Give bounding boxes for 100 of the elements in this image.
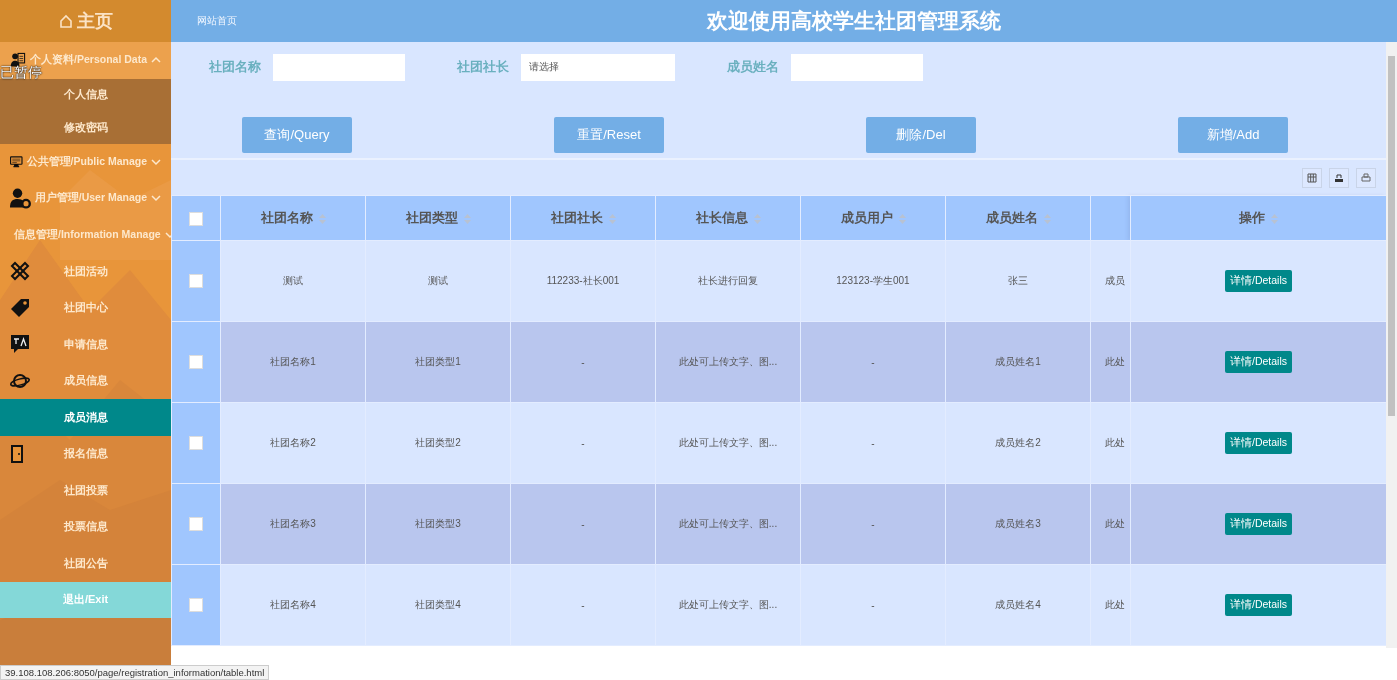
table-cell: 112233-社长001 <box>546 275 620 286</box>
sort-icon[interactable] <box>753 213 761 224</box>
table-cell: - <box>871 437 875 449</box>
table-cell: 测试 <box>428 275 448 286</box>
sort-icon[interactable] <box>318 213 326 224</box>
print-button[interactable] <box>1356 167 1376 188</box>
menu-item[interactable]: 社团公告 <box>0 545 171 582</box>
table-cell: 123123-学生001 <box>836 275 910 286</box>
table-cell: 社团类型1 <box>415 356 461 367</box>
action-button[interactable]: 新增/Add <box>1178 117 1288 153</box>
table-cell: 此处可上传文字、图... <box>678 599 778 610</box>
table-cell: 成员姓名1 <box>995 356 1041 367</box>
menu-item[interactable]: 信息管理/Information Manage <box>14 227 161 242</box>
table-cell: 此处可上传文字、图... <box>678 437 778 448</box>
export-button[interactable] <box>1329 167 1349 188</box>
menu-item[interactable]: 投票信息 <box>0 508 171 545</box>
scrollbar[interactable] <box>1386 42 1397 648</box>
sort-icon[interactable] <box>608 213 616 224</box>
table-cell: - <box>871 599 875 611</box>
table-cell: 成员姓名4 <box>995 599 1041 610</box>
chevron-up-icon <box>151 56 161 65</box>
table-cell: - <box>581 437 585 449</box>
table-cell: 此处 <box>1105 356 1125 367</box>
sort-icon[interactable] <box>898 213 906 224</box>
details-button[interactable]: 详情/Details <box>1225 351 1292 373</box>
translate-icon <box>10 334 30 355</box>
tag-icon <box>10 297 30 318</box>
table-cell: 此处 <box>1105 518 1125 529</box>
table-cell: 社团类型3 <box>415 518 461 529</box>
menu-item[interactable]: 报名信息 <box>0 435 171 472</box>
home-title[interactable]: 主页 <box>76 9 113 33</box>
print-icon <box>1361 172 1371 183</box>
column-header[interactable]: 成员用户 <box>840 210 893 225</box>
breadcrumb-link[interactable]: 网站首页 <box>197 14 497 28</box>
column-header[interactable]: 社团社长 <box>550 210 603 225</box>
table-cell: 此处可上传文字、图... <box>678 518 778 529</box>
submenu-item[interactable]: 个人信息 <box>63 87 108 103</box>
menu-item[interactable]: 成员消息 <box>0 399 171 436</box>
column-header[interactable]: 操作 <box>1239 210 1265 225</box>
table-cell: - <box>581 599 585 611</box>
menu-item[interactable]: 社团活动 <box>0 253 171 290</box>
table-cell: 社团名称4 <box>270 599 316 610</box>
input-field[interactable] <box>273 53 405 81</box>
table-cell: 社团名称2 <box>270 437 316 448</box>
field-label: 成员姓名 <box>727 58 779 76</box>
field-label: 社团名称 <box>209 58 261 76</box>
home-icon <box>58 14 73 28</box>
menu-item[interactable]: 成员信息 <box>0 362 171 399</box>
table-cell: 社团类型2 <box>415 437 461 448</box>
input-field[interactable] <box>791 53 923 81</box>
details-button[interactable]: 详情/Details <box>1225 432 1292 454</box>
menu-item[interactable]: 申请信息 <box>0 326 171 363</box>
checkbox[interactable] <box>189 436 203 450</box>
checkbox[interactable] <box>189 355 203 369</box>
action-button[interactable]: 重置/Reset <box>554 117 664 153</box>
table-cell: 此处 <box>1105 599 1125 610</box>
field-label: 社团社长 <box>457 58 509 76</box>
submenu-item[interactable]: 修改密码 <box>63 119 108 135</box>
checkbox[interactable] <box>189 517 203 531</box>
table-cell: 社长进行回复 <box>698 275 758 286</box>
column-header[interactable]: 社团名称 <box>260 210 313 225</box>
sort-icon[interactable] <box>463 213 471 224</box>
table-cell: 成员 <box>1105 275 1125 286</box>
checkbox[interactable] <box>189 598 203 612</box>
column-header[interactable]: 成员姓名 <box>985 210 1038 225</box>
menu-item[interactable]: 社团投票 <box>0 472 171 509</box>
export-icon <box>1334 172 1344 183</box>
table-cell: 测试 <box>283 275 303 286</box>
table-cell: 此处 <box>1105 437 1125 448</box>
details-button[interactable]: 详情/Details <box>1225 513 1292 535</box>
table-cell: 社团类型4 <box>415 599 461 610</box>
menu-item[interactable]: 社团中心 <box>0 289 171 326</box>
exit-button[interactable]: 退出/Exit <box>0 581 171 618</box>
user-gear-icon <box>10 187 31 210</box>
columns-button[interactable] <box>1302 167 1322 188</box>
sort-icon[interactable] <box>1271 213 1278 224</box>
table-cell: - <box>581 356 585 368</box>
action-button[interactable]: 查询/Query <box>242 117 352 153</box>
checkbox[interactable] <box>189 211 203 226</box>
menu-item[interactable]: 用户管理/User Manage <box>34 191 147 206</box>
action-button[interactable]: 删除/Del <box>866 117 976 153</box>
menu-item[interactable]: 公共管理/Public Manage <box>26 154 147 169</box>
column-header[interactable]: 社团类型 <box>405 210 458 225</box>
table-cell: - <box>871 356 875 368</box>
paused-label: 已暂停 <box>0 64 42 80</box>
chevron-down-icon <box>151 194 161 203</box>
table-cell: 社团名称1 <box>270 356 316 367</box>
select-field[interactable]: 请选择 <box>521 53 675 81</box>
chevron-down-icon <box>151 157 161 166</box>
column-header[interactable]: 社长信息 <box>695 210 748 225</box>
page-title: 欢迎使用高校学生社团管理系统 <box>707 8 1001 34</box>
planet-icon <box>10 372 30 389</box>
details-button[interactable]: 详情/Details <box>1225 270 1292 292</box>
details-button[interactable]: 详情/Details <box>1225 594 1292 616</box>
checkbox[interactable] <box>189 274 203 288</box>
table-cell: 成员姓名2 <box>995 437 1041 448</box>
table-cell: 此处可上传文字、图... <box>678 356 778 367</box>
sort-icon[interactable] <box>1043 213 1051 224</box>
table-cell: - <box>871 518 875 530</box>
columns-icon <box>1307 172 1317 183</box>
